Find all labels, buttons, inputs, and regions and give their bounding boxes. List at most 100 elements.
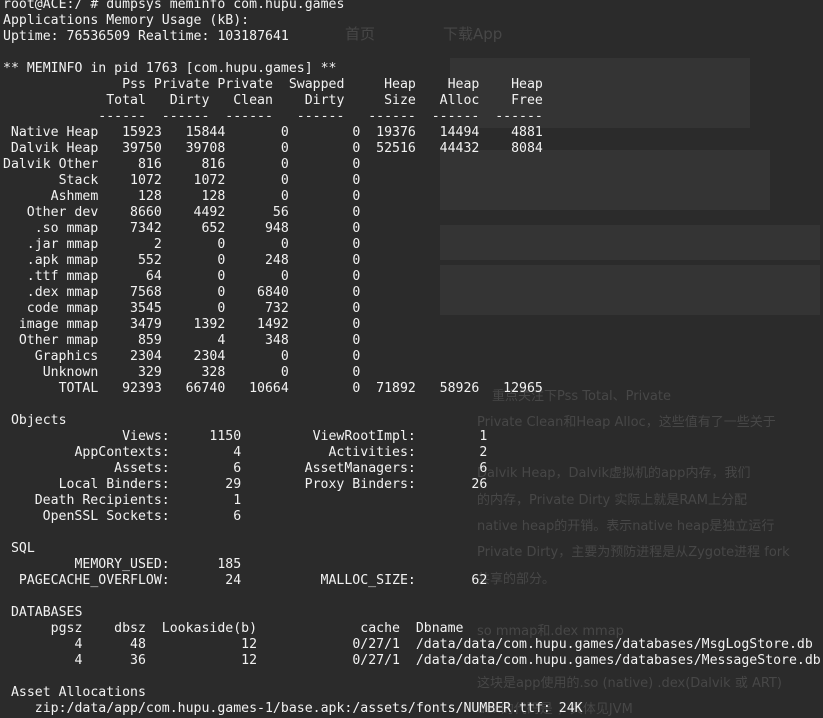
terminal-cell: 0: [352, 381, 361, 396]
terminal-cell: 15923: [122, 125, 162, 140]
terminal-cell: 0: [352, 333, 361, 348]
terminal-cell: DATABASES: [10, 605, 83, 620]
terminal-cell: Private: [217, 77, 273, 92]
terminal-cell: 6: [233, 461, 242, 476]
terminal-line: zip:/data/app/com.hupu.games-1/base.apk:…: [3, 701, 821, 717]
terminal-cell: 0: [217, 285, 226, 300]
terminal-cell: 0: [352, 365, 361, 380]
terminal-cell: MALLOC_SIZE:: [320, 573, 416, 588]
terminal-cell: .so mmap: [34, 221, 99, 236]
terminal-line: TOTAL 92393 66740 10664 0 71892 58926 12965: [3, 381, 821, 397]
terminal-cell: 39750: [122, 141, 162, 156]
terminal-cell: 328: [201, 365, 226, 380]
terminal-cell: Dirty: [169, 93, 210, 108]
terminal-cell: 0: [217, 237, 226, 252]
terminal-cell: Local Binders:: [58, 477, 170, 492]
terminal-line: ** MEMINFO in pid 1763 [com.hupu.games] …: [3, 61, 821, 77]
terminal-cell: Dalvik Heap: [10, 141, 99, 156]
terminal-cell: 7568: [130, 285, 162, 300]
terminal-line: SQL: [3, 541, 821, 557]
terminal-cell: zip:/data/app/com.hupu.games-1/base.apk:…: [34, 701, 583, 716]
terminal-cell: 948: [264, 221, 289, 236]
terminal-cell: Dalvik Other: [3, 157, 99, 172]
terminal-line: image mmap 3479 1392 1492 0: [3, 317, 821, 333]
terminal-cell: 92393: [122, 381, 162, 396]
terminal-cell: 1072: [193, 173, 226, 188]
terminal-line: code mmap 3545 0 732 0: [3, 301, 821, 317]
terminal-cell: 0: [352, 317, 361, 332]
terminal-cell: 7342: [130, 221, 162, 236]
terminal-cell: 2304: [130, 349, 162, 364]
terminal-line: .so mmap 7342 652 948 0: [3, 221, 821, 237]
terminal-line: Graphics 2304 2304 0 0: [3, 349, 821, 365]
terminal-cell: 816: [201, 157, 226, 172]
terminal-line: .dex mmap 7568 0 6840 0: [3, 285, 821, 301]
terminal-cell: Dirty: [304, 93, 345, 108]
terminal-cell: 29: [225, 477, 242, 492]
terminal-line: Pss Private Private Swapped Heap Heap Heap: [3, 77, 821, 93]
terminal-cell: 732: [264, 301, 289, 316]
terminal-cell: 56: [272, 205, 289, 220]
terminal-cell: Views:: [122, 429, 170, 444]
terminal-cell: Ashmem: [50, 189, 99, 204]
terminal-cell: root@ACE:/ # dumpsys meminfo com.hupu.ga…: [3, 0, 345, 12]
terminal-cell: 0: [352, 237, 361, 252]
terminal-line: .ttf mmap 64 0 0 0: [3, 269, 821, 285]
terminal-line: Stack 1072 1072 0 0: [3, 173, 821, 189]
terminal-line: Other mmap 859 4 348 0: [3, 333, 821, 349]
terminal-cell: Asset Allocations: [10, 685, 146, 700]
terminal-cell: 2: [479, 445, 488, 460]
terminal-cell: 0: [352, 125, 361, 140]
terminal-cell: 859: [137, 333, 162, 348]
terminal-cell: 3545: [130, 301, 162, 316]
terminal-line: OpenSSL Sockets: 6: [3, 509, 821, 525]
terminal-cell: 15844: [185, 125, 226, 140]
terminal-cell: 64: [145, 269, 162, 284]
terminal-cell: 12: [241, 653, 258, 668]
terminal-cell: 185: [217, 557, 242, 572]
terminal-cell: Dbname: [415, 621, 464, 636]
terminal-cell: 0/27/1: [352, 653, 400, 668]
terminal-cell: 816: [137, 157, 162, 172]
terminal-cell: ------: [431, 109, 480, 124]
terminal-cell: 4: [74, 637, 83, 652]
terminal-cell: 2: [153, 237, 162, 252]
terminal-cell: Heap: [447, 77, 480, 92]
terminal-line: PAGECACHE_OVERFLOW: 24 MALLOC_SIZE: 62: [3, 573, 821, 589]
terminal-cell: ** MEMINFO in pid 1763 [com.hupu.games] …: [3, 61, 337, 76]
terminal-line: Unknown 329 328 0 0: [3, 365, 821, 381]
terminal-cell: 0: [280, 157, 289, 172]
terminal-cell: Native Heap: [10, 125, 99, 140]
terminal-line: .jar mmap 2 0 0 0: [3, 237, 821, 253]
terminal-cell: SQL: [10, 541, 35, 556]
terminal-cell: AssetManagers:: [304, 461, 416, 476]
terminal-cell: 3479: [130, 317, 162, 332]
terminal-cell: 19376: [376, 125, 416, 140]
terminal-cell: Other dev: [26, 205, 99, 220]
terminal-cell: 8660: [130, 205, 162, 220]
terminal-cell: 0: [352, 269, 361, 284]
terminal-cell: 1150: [209, 429, 242, 444]
terminal-cell: 10664: [249, 381, 289, 396]
terminal-cell: Uptime: 76536509 Realtime: 103187641: [3, 29, 289, 44]
terminal-cell: 1: [233, 493, 242, 508]
terminal-output[interactable]: root@ACE:/ # dumpsys meminfo com.hupu.ga…: [3, 0, 821, 717]
terminal-cell: Unknown: [42, 365, 99, 380]
terminal-cell: TOTAL: [58, 381, 99, 396]
terminal-cell: AppContexts:: [74, 445, 170, 460]
terminal-cell: 8084: [511, 141, 543, 156]
terminal-cell: 4492: [193, 205, 226, 220]
terminal-cell: 248: [264, 253, 289, 268]
terminal-cell: .ttf mmap: [26, 269, 99, 284]
terminal-line: 4 48 12 0/27/1/data/data/com.hupu.games/dat…: [3, 637, 821, 653]
terminal-cell: 71892: [376, 381, 416, 396]
terminal-line: Objects: [3, 413, 821, 429]
terminal-cell: /data/data/com.hupu.games/databases/Mess…: [415, 653, 821, 668]
terminal-cell: 0: [280, 349, 289, 364]
terminal-cell: ------: [161, 109, 210, 124]
terminal-line: Other dev 8660 4492 56 0: [3, 205, 821, 221]
terminal-cell: cache: [360, 621, 400, 636]
